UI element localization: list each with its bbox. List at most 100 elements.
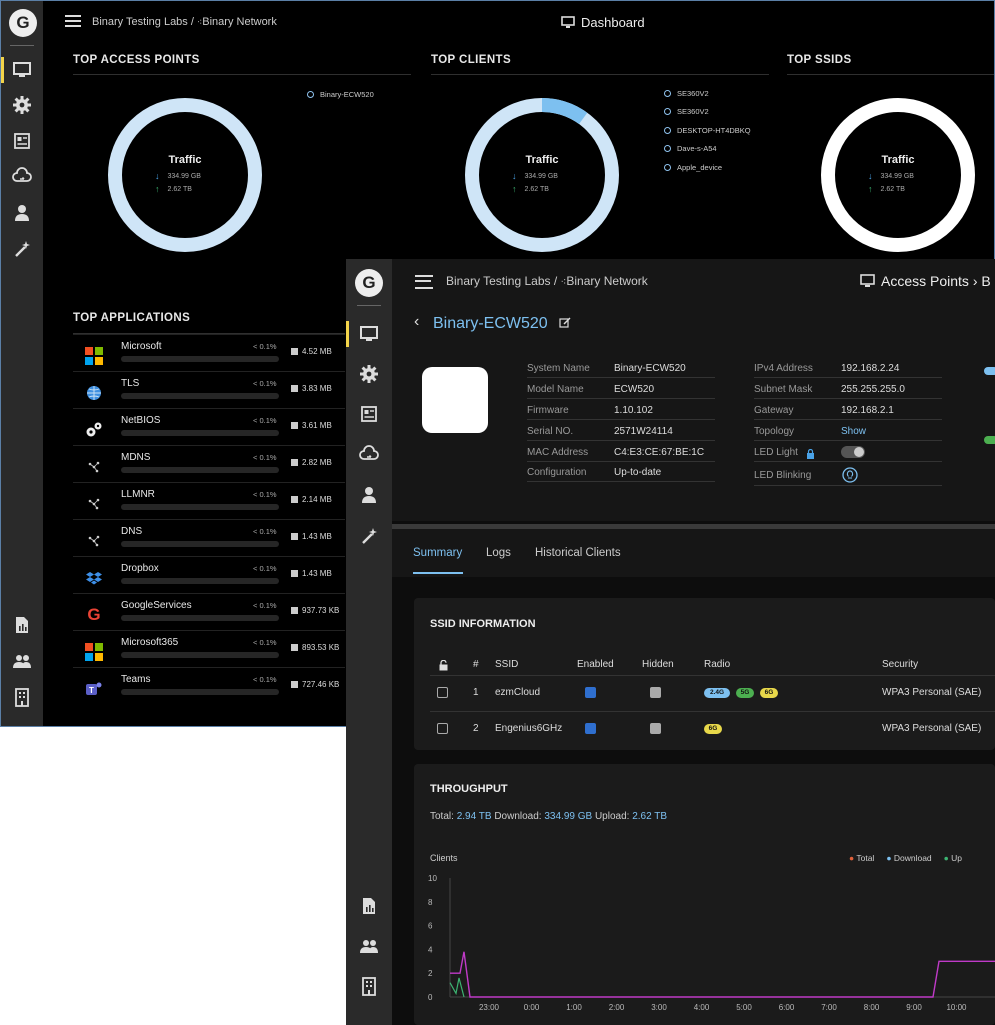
legend-label: Download (893, 853, 932, 863)
document-chart-icon[interactable] (1, 611, 43, 639)
user-icon[interactable] (1, 199, 43, 227)
document-chart-icon[interactable] (346, 892, 392, 920)
throughput-chart[interactable]: 10 8 6 4 2 0 23:00 0:00 1:00 2:00 3:00 4:00 5:00 6:00… (414, 864, 995, 1025)
usage-bar (121, 504, 279, 510)
report-icon[interactable] (1, 127, 43, 155)
app-row[interactable]: DNS < 0.1% 1.43 MB (73, 519, 345, 556)
tab-summary[interactable]: Summary (413, 547, 462, 559)
gear-icon[interactable] (346, 360, 392, 388)
engenius-logo[interactable]: G (355, 269, 383, 297)
app-row[interactable]: LLMNR < 0.1% 2.14 MB (73, 482, 345, 519)
tab-historical-clients[interactable]: Historical Clients (535, 547, 621, 559)
info-value: Up-to-date (614, 467, 662, 478)
active-tab-underline (413, 572, 463, 574)
app-row[interactable]: NetBIOS < 0.1% 3.61 MB (73, 408, 345, 445)
cloud-sync-icon[interactable] (1, 163, 43, 191)
upload-value: 2.62 TB (524, 185, 549, 193)
app-row[interactable]: TLS < 0.1% 3.83 MB (73, 371, 345, 408)
breadcrumb: Binary Testing Labs / ⁖Binary Network (92, 16, 277, 28)
app-size-value: 1.43 MB (302, 532, 332, 541)
breadcrumb-org[interactable]: Binary Testing Labs / (446, 274, 557, 288)
info-label: Topology (754, 426, 795, 437)
row-select-checkbox[interactable] (437, 723, 448, 734)
ssid-name[interactable]: Engenius6GHz (495, 723, 562, 734)
legend-item[interactable]: ● Download (886, 853, 931, 863)
info-label: Model Name (527, 384, 584, 395)
cloud-sync-icon[interactable] (346, 441, 392, 469)
breadcrumb-org[interactable]: Binary Testing Labs / (92, 16, 194, 28)
google-icon: G (87, 605, 101, 624)
dropbox-icon (85, 569, 103, 587)
divider (527, 440, 715, 441)
legend-item[interactable]: SE360V2 (664, 84, 751, 103)
monitor-icon[interactable] (346, 320, 392, 348)
app-percent: < 0.1% (253, 638, 277, 647)
team-icon[interactable] (346, 932, 392, 960)
hidden-checkbox[interactable] (650, 723, 661, 734)
legend-marker (664, 89, 671, 97)
team-icon[interactable] (1, 647, 43, 675)
app-row[interactable]: G GoogleServices < 0.1% 937.73 KB (73, 593, 345, 630)
microsoft-icon (85, 643, 103, 661)
y-tick-label: 0 (428, 993, 433, 1002)
tab-bar: Summary Logs Historical Clients (392, 529, 995, 577)
total-label: Total: (430, 811, 454, 822)
user-icon[interactable] (346, 481, 392, 509)
info-value: 255.255.255.0 (841, 384, 905, 395)
hidden-checkbox[interactable] (650, 687, 661, 698)
divider (527, 419, 715, 420)
legend-item[interactable]: DESKTOP-HT4DBKQ (664, 121, 751, 140)
app-size: 3.61 MB (291, 421, 332, 430)
radio-badge: 2.4G (704, 688, 730, 698)
page-title: Access Points › B (881, 273, 991, 289)
divider (787, 74, 994, 75)
legend-item[interactable]: Dave-s-A54 (664, 140, 751, 159)
breadcrumb-network[interactable]: Binary Network (566, 274, 647, 288)
info-value: 192.168.2.24 (841, 363, 900, 374)
info-label: Subnet Mask (754, 384, 813, 395)
gear-icon[interactable] (1, 91, 43, 119)
menu-icon[interactable] (415, 275, 433, 289)
app-name: GoogleServices (121, 600, 192, 611)
row-select-checkbox[interactable] (437, 687, 448, 698)
x-tick-label: 3:00 (651, 1003, 667, 1012)
column-header: Security (882, 659, 919, 670)
legend-item[interactable]: Binary-ECW520 (307, 85, 374, 104)
x-tick-label: 2:00 (609, 1003, 625, 1012)
section-title: TOP ACCESS POINTS (73, 54, 200, 66)
app-row[interactable]: Microsoft < 0.1% 4.52 MB (73, 334, 345, 371)
menu-icon[interactable] (65, 15, 81, 27)
led-light-toggle[interactable] (841, 446, 865, 458)
tab-logs[interactable]: Logs (486, 547, 511, 559)
legend-item[interactable]: Apple_device (664, 158, 751, 177)
legend-item[interactable]: ● Up (944, 853, 962, 863)
magic-wand-icon[interactable] (346, 522, 392, 550)
report-icon[interactable] (346, 400, 392, 428)
app-row[interactable]: Dropbox < 0.1% 1.43 MB (73, 556, 345, 593)
engenius-logo[interactable]: G (9, 9, 37, 37)
donut-center: Traffic ↓ 334.99 GB ↑ 2.62 TB (145, 154, 225, 194)
building-icon[interactable] (346, 972, 392, 1000)
app-row[interactable]: T Teams < 0.1% 727.46 KB (73, 667, 345, 704)
app-row[interactable]: Microsoft365 < 0.1% 893.53 KB (73, 630, 345, 667)
magic-wand-icon[interactable] (1, 235, 43, 263)
app-size: 4.52 MB (291, 347, 332, 356)
back-arrow-icon[interactable]: ‹ (414, 313, 419, 331)
arrow-down-icon: ↓ (512, 171, 517, 181)
building-icon[interactable] (1, 683, 43, 711)
ssid-name[interactable]: ezmCloud (495, 687, 540, 698)
enabled-checkbox[interactable] (585, 723, 596, 734)
edit-icon[interactable] (559, 316, 571, 334)
enabled-checkbox[interactable] (585, 687, 596, 698)
column-header: Enabled (577, 659, 614, 670)
app-percent: < 0.1% (253, 342, 277, 351)
breadcrumb-network[interactable]: Binary Network (202, 16, 277, 28)
topology-show-link[interactable]: Show (841, 426, 866, 437)
monitor-icon[interactable] (1, 56, 43, 84)
app-size: 1.43 MB (291, 569, 332, 578)
legend-item[interactable]: ● Total (849, 853, 874, 863)
app-row[interactable]: MDNS < 0.1% 2.82 MB (73, 445, 345, 482)
app-size: 2.14 MB (291, 495, 332, 504)
sidebar: G (1, 1, 43, 726)
legend-item[interactable]: SE360V2 (664, 103, 751, 122)
